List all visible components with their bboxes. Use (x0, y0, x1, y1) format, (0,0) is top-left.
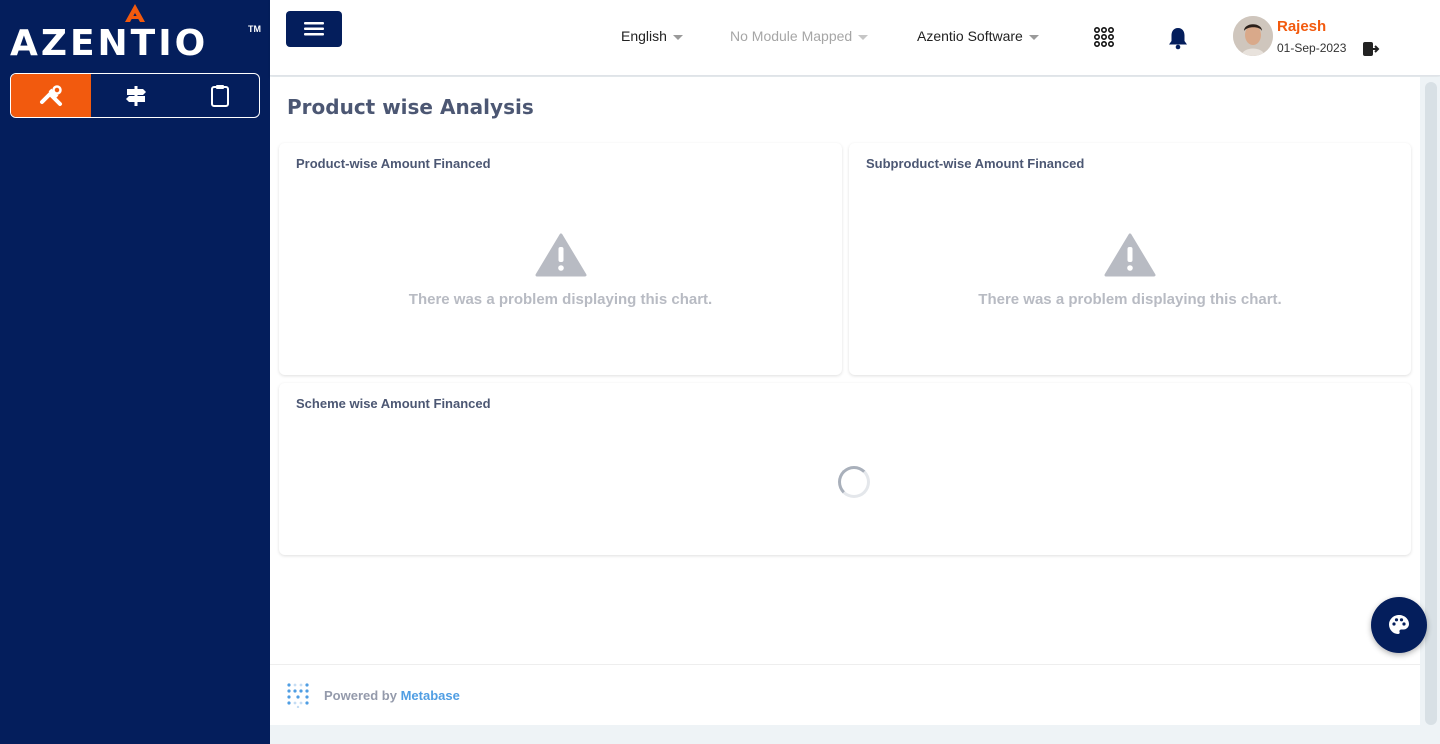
module-dropdown[interactable]: No Module Mapped (730, 28, 869, 44)
card-title[interactable]: Scheme wise Amount Financed (296, 396, 491, 411)
chart-card-scheme: Scheme wise Amount Financed (279, 383, 1411, 555)
scrollbar-thumb[interactable] (1425, 82, 1437, 725)
hamburger-icon (304, 22, 324, 36)
sidebar-tab-signpost[interactable] (91, 74, 181, 117)
chevron-down-icon (1028, 34, 1039, 40)
sidebar-tabs (10, 73, 260, 118)
azentio-logo: AZENTIO TM (10, 2, 265, 64)
chart-error: There was a problem displaying this char… (279, 233, 842, 308)
user-name: Rajesh (1277, 18, 1327, 35)
notification-bell-icon[interactable] (1167, 26, 1189, 50)
page-title: Product wise Analysis (287, 95, 534, 119)
module-value: No Module Mapped (730, 28, 853, 44)
company-value: Azentio Software (917, 28, 1023, 44)
top-header: English No Module Mapped Azentio Softwar… (270, 0, 1440, 76)
error-message: There was a problem displaying this char… (978, 291, 1282, 308)
dashboard-content: Product wise Analysis Product-wise Amoun… (270, 77, 1420, 725)
footer: Powered by Metabase (270, 664, 1420, 725)
signpost-icon (126, 85, 146, 106)
logo-trademark: TM (248, 24, 261, 34)
metabase-link[interactable]: Metabase (401, 688, 460, 703)
avatar[interactable] (1233, 16, 1273, 56)
language-dropdown[interactable]: English (621, 28, 683, 44)
metabase-logo-icon (287, 683, 309, 708)
logout-icon[interactable] (1362, 41, 1380, 57)
chart-card-subproduct: Subproduct-wise Amount Financed There wa… (849, 143, 1411, 375)
menu-toggle-button[interactable] (286, 11, 342, 47)
clipboard-icon (211, 84, 229, 107)
card-title[interactable]: Product-wise Amount Financed (296, 156, 491, 171)
theme-palette-button[interactable] (1371, 597, 1427, 653)
user-date: 01-Sep-2023 (1277, 41, 1347, 55)
apps-grid-icon[interactable] (1093, 26, 1115, 48)
sidebar: AZENTIO TM (0, 0, 270, 744)
chevron-down-icon (858, 34, 869, 40)
chevron-down-icon (672, 34, 683, 40)
azentio-logo-mark (125, 4, 145, 22)
chart-error: There was a problem displaying this char… (849, 233, 1411, 308)
warning-icon (1104, 233, 1156, 277)
sidebar-tab-clipboard[interactable] (181, 74, 259, 117)
loading-spinner-icon (838, 466, 870, 498)
tools-icon (40, 84, 62, 106)
logo-wordmark: AZENTIO (10, 23, 209, 64)
card-title[interactable]: Subproduct-wise Amount Financed (866, 156, 1084, 171)
company-dropdown[interactable]: Azentio Software (917, 28, 1039, 44)
chart-card-product: Product-wise Amount Financed There was a… (279, 143, 842, 375)
palette-icon (1389, 615, 1409, 634)
warning-icon (535, 233, 586, 277)
sidebar-tab-tools[interactable] (11, 74, 91, 117)
language-value: English (621, 28, 667, 44)
user-photo-icon (1233, 16, 1273, 56)
powered-by-text: Powered by Metabase (324, 687, 460, 703)
error-message: There was a problem displaying this char… (408, 291, 713, 308)
